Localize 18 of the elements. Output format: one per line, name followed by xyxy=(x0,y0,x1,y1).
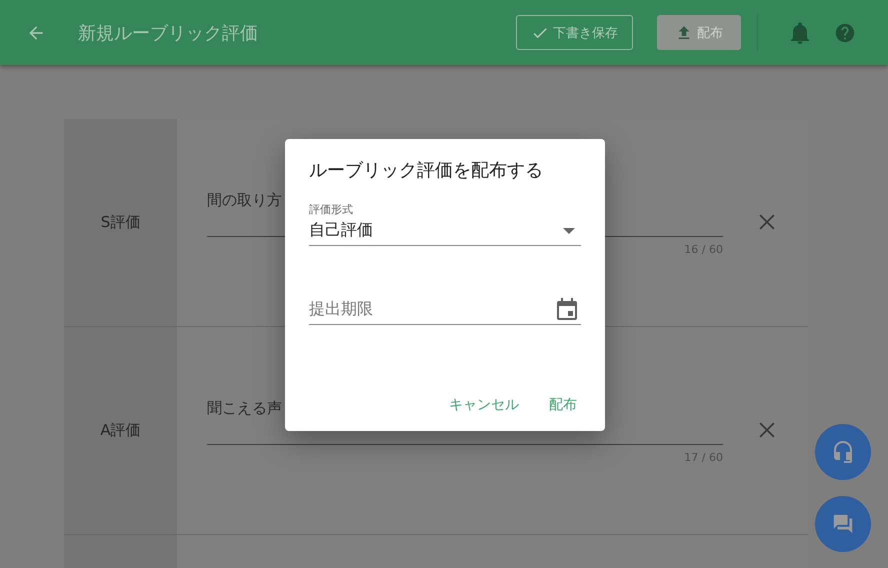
dropdown-arrow-icon xyxy=(563,228,575,234)
page-title: 新規ルーブリック評価 xyxy=(78,22,259,44)
evaluation-type-select[interactable]: 評価形式 自己評価 xyxy=(309,202,581,246)
grade-label: S評価 xyxy=(100,213,140,232)
chat-icon xyxy=(832,513,854,535)
dialog-button[interactable]: キャンセル xyxy=(443,396,525,414)
grade-label: A評価 xyxy=(100,421,141,440)
close-icon[interactable] xyxy=(759,214,775,230)
headset-icon xyxy=(832,440,854,464)
calendar-icon xyxy=(557,298,577,320)
due-date-field[interactable]: 提出期限 xyxy=(309,298,581,325)
save-draft-button[interactable]: 下書き保存 xyxy=(516,15,633,50)
dialog-button[interactable]: 配布 xyxy=(543,396,583,414)
distribute-button[interactable]: 配布 xyxy=(657,15,741,50)
help-icon[interactable] xyxy=(834,22,856,44)
dialog-title: ルーブリック評価を配布する xyxy=(309,159,544,182)
notifications-icon[interactable] xyxy=(790,22,810,44)
close-icon[interactable] xyxy=(759,422,775,438)
